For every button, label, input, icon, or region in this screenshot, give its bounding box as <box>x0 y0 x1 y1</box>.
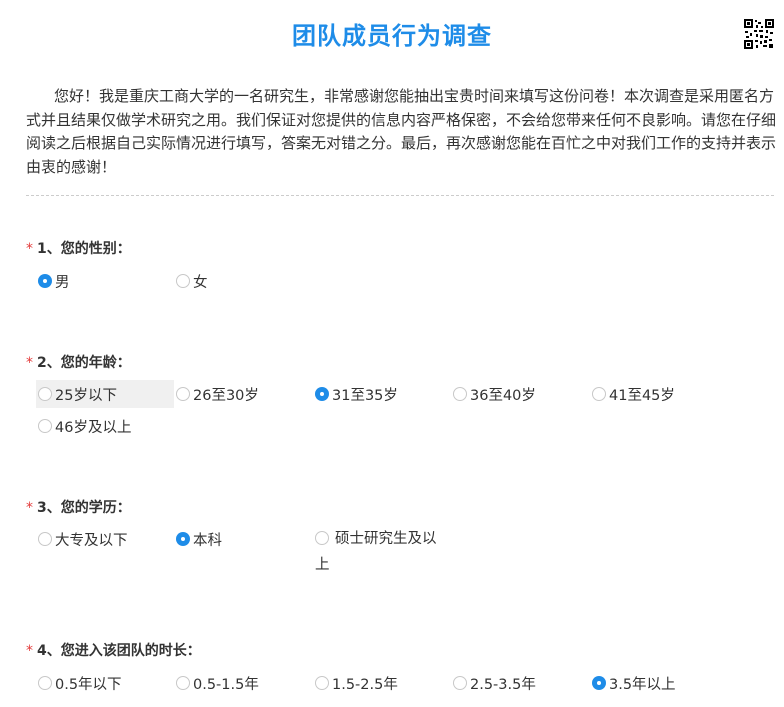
radio-unchecked-icon[interactable] <box>176 387 190 401</box>
radio-unchecked-icon[interactable] <box>315 676 329 690</box>
option-tenure-under-0-5[interactable]: 0.5年以下 <box>38 669 122 697</box>
option-gender-female[interactable]: 女 <box>176 267 208 295</box>
question-4-title: * 4、您进入该团队的时长： <box>26 643 201 659</box>
question-2-title: * 2、您的年龄： <box>26 355 131 371</box>
option-tenure-1-5-2-5[interactable]: 1.5-2.5年 <box>315 669 398 697</box>
required-mark: * <box>26 355 33 371</box>
required-mark: * <box>26 500 33 516</box>
radio-unchecked-icon[interactable] <box>38 419 52 433</box>
radio-checked-icon[interactable] <box>38 274 52 288</box>
option-age-36-40[interactable]: 36至40岁 <box>453 380 536 408</box>
radio-unchecked-icon[interactable] <box>176 676 190 690</box>
radio-unchecked-icon[interactable] <box>38 387 52 401</box>
option-edu-master[interactable]: 硕士研究生及以上 <box>315 526 445 578</box>
option-edu-college[interactable]: 大专及以下 <box>38 525 128 553</box>
intro-divider <box>26 195 774 196</box>
option-age-26-30[interactable]: 26至30岁 <box>176 380 259 408</box>
option-tenure-0-5-1-5[interactable]: 0.5-1.5年 <box>176 669 259 697</box>
radio-checked-icon[interactable] <box>592 676 606 690</box>
survey-intro: 您好！我是重庆工商大学的一名研究生，非常感谢您能抽出宝贵时间来填写这份问卷！本次… <box>26 87 777 176</box>
required-mark: * <box>26 241 33 257</box>
option-gender-male[interactable]: 男 <box>38 267 70 295</box>
option-age-46-plus[interactable]: 46岁及以上 <box>38 412 131 440</box>
radio-unchecked-icon[interactable] <box>453 676 467 690</box>
radio-unchecked-icon[interactable] <box>592 387 606 401</box>
radio-unchecked-icon[interactable] <box>38 676 52 690</box>
radio-unchecked-icon[interactable] <box>315 531 329 545</box>
radio-checked-icon[interactable] <box>315 387 329 401</box>
radio-unchecked-icon[interactable] <box>176 274 190 288</box>
required-mark: * <box>26 643 33 659</box>
option-age-41-45[interactable]: 41至45岁 <box>592 380 675 408</box>
option-tenure-2-5-3-5[interactable]: 2.5-3.5年 <box>453 669 536 697</box>
page-title: 团队成员行为调查 <box>292 22 492 50</box>
radio-checked-icon[interactable] <box>176 532 190 546</box>
option-edu-bachelor[interactable]: 本科 <box>176 525 222 553</box>
option-age-31-35[interactable]: 31至35岁 <box>315 380 398 408</box>
option-tenure-3-5-plus[interactable]: 3.5年以上 <box>592 669 676 697</box>
radio-unchecked-icon[interactable] <box>453 387 467 401</box>
question-3-title: * 3、您的学历： <box>26 500 131 516</box>
radio-unchecked-icon[interactable] <box>38 532 52 546</box>
qr-code-icon[interactable] <box>744 19 774 49</box>
question-1-title: * 1、您的性别： <box>26 241 131 257</box>
option-age-under-25[interactable]: 25岁以下 <box>36 380 174 408</box>
